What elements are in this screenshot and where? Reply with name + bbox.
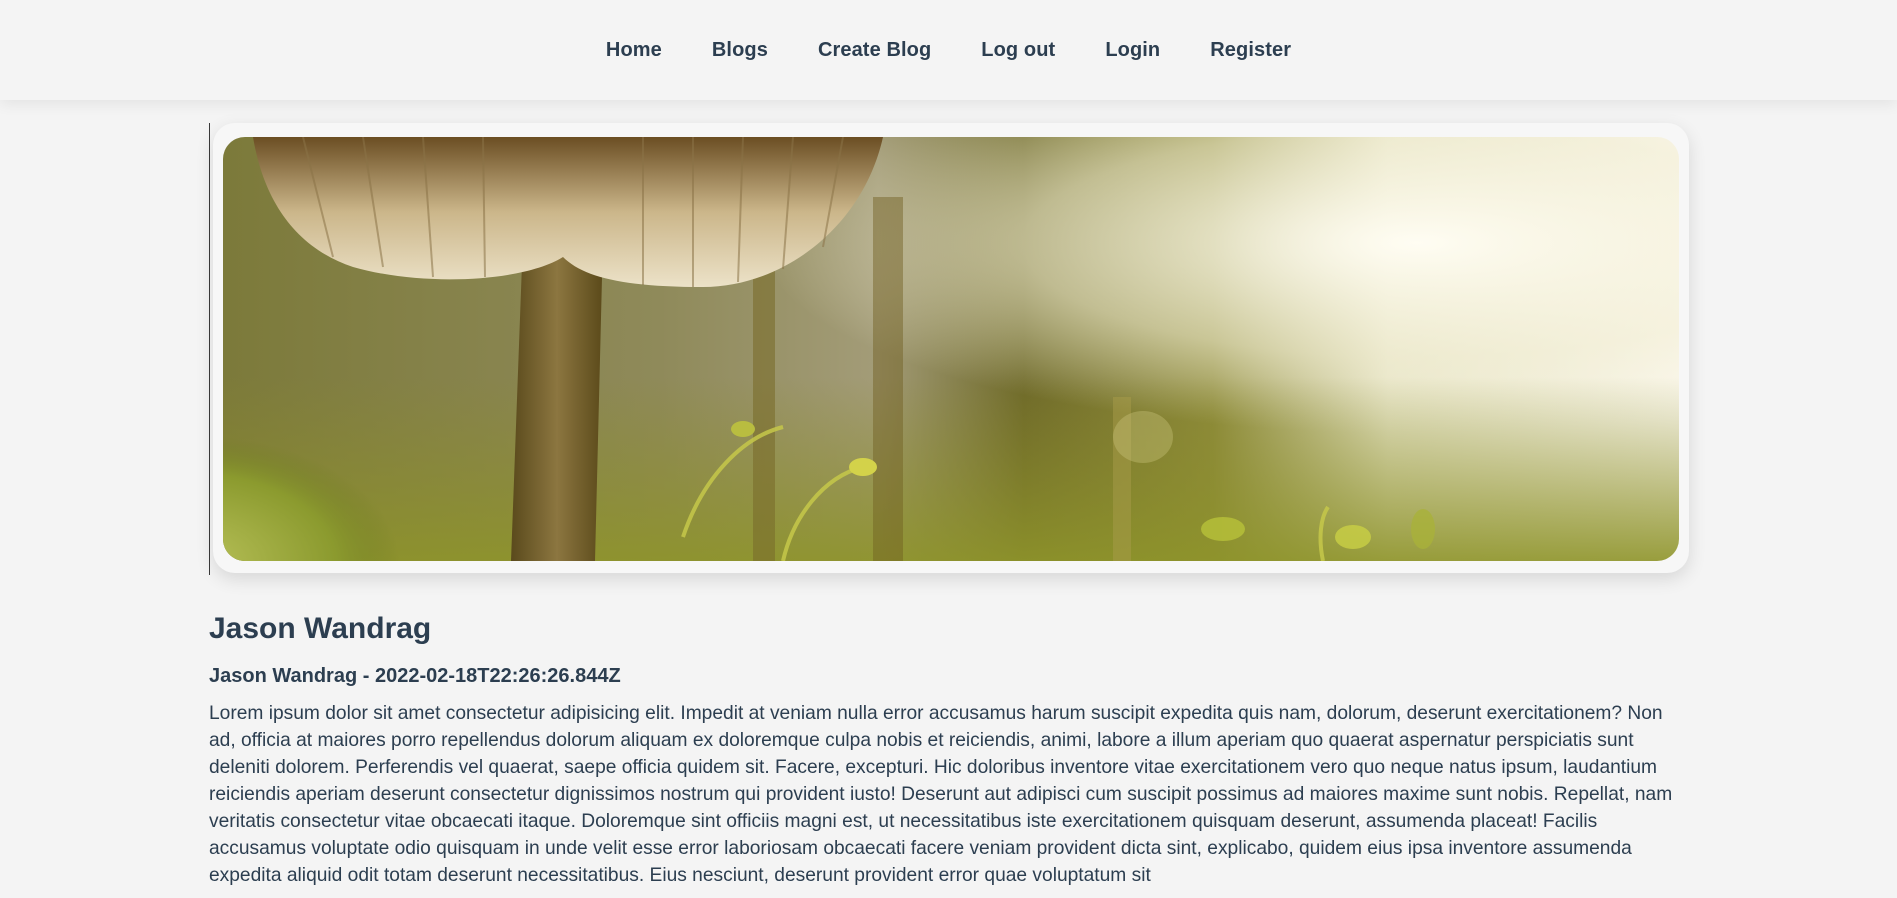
nav-create-blog-link[interactable]: Create Blog xyxy=(793,39,956,62)
nav-login-link[interactable]: Login xyxy=(1080,39,1185,62)
nav-blogs-link[interactable]: Blogs xyxy=(687,39,793,62)
post-meta-author-date: Jason Wandrag - 2022-02-18T22:26:26.844Z xyxy=(209,665,621,687)
hero-image-card xyxy=(213,123,1689,573)
nav-register-link[interactable]: Register xyxy=(1185,39,1316,62)
post-title: Jason Wandrag xyxy=(209,612,432,645)
hero-image xyxy=(223,137,1679,561)
nav-home-link[interactable]: Home xyxy=(581,39,687,62)
nav-links: Home Blogs Create Blog Log out Login Reg… xyxy=(581,39,1316,62)
nav-log-out-link[interactable]: Log out xyxy=(956,39,1080,62)
post-body-text: Lorem ipsum dolor sit amet consectetur a… xyxy=(209,703,1673,886)
hero-image-wrapper xyxy=(209,123,1689,575)
mushroom-photo-illustration xyxy=(223,137,1679,561)
top-navbar: Home Blogs Create Blog Log out Login Reg… xyxy=(0,0,1897,100)
